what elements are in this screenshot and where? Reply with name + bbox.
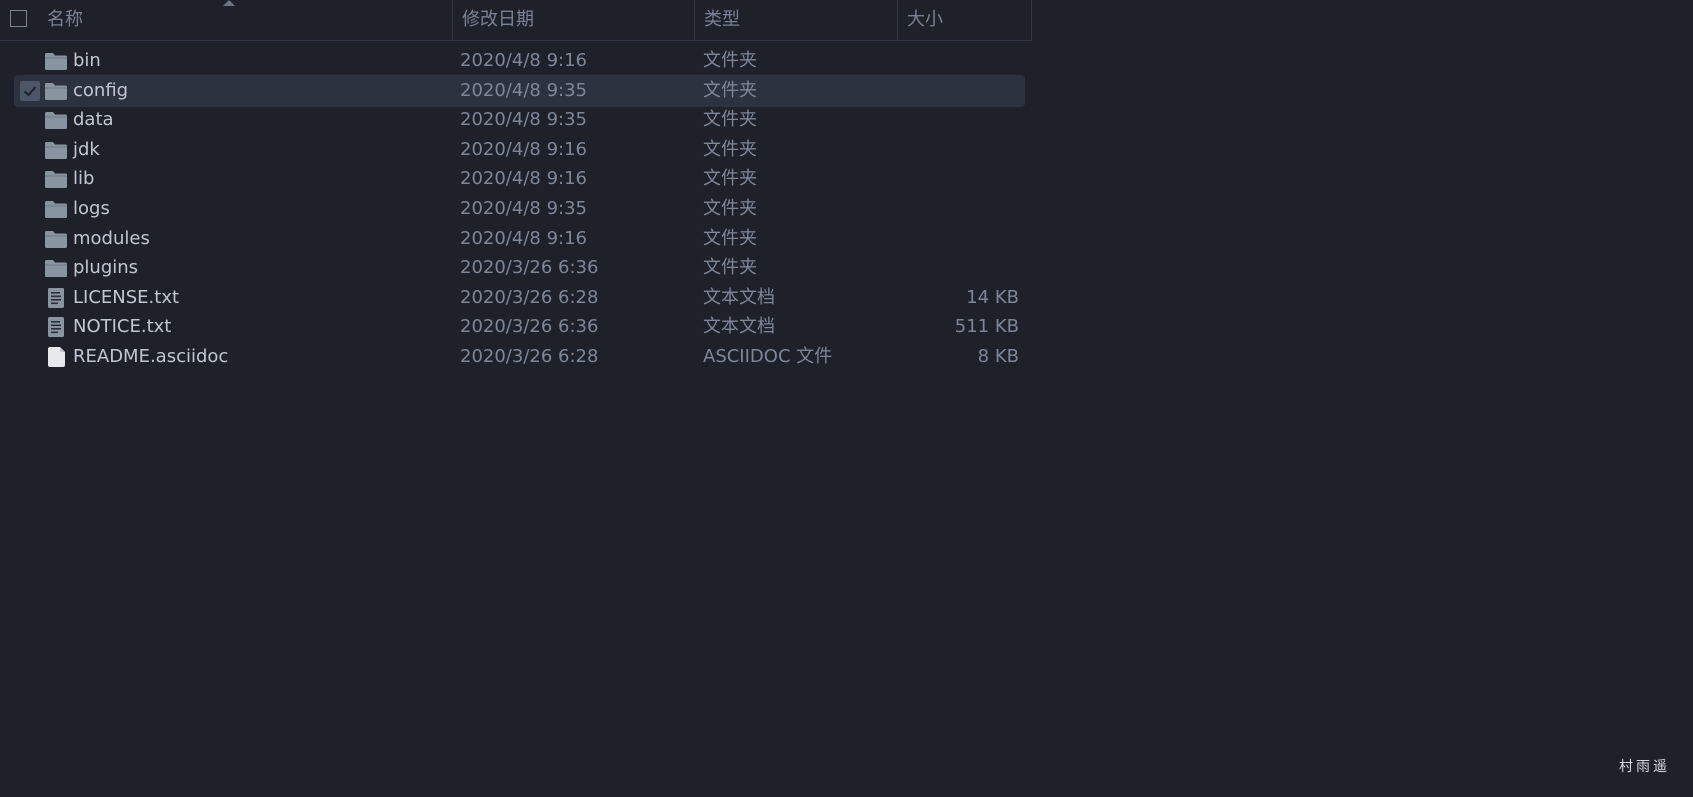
text-file-icon (44, 317, 68, 338)
file-name: jdk (73, 138, 100, 160)
file-date: 2020/4/8 9:16 (460, 50, 587, 71)
file-date: 2020/3/26 6:36 (460, 316, 599, 338)
file-type: 文件夹 (703, 168, 757, 190)
file-type: 文本文档 (703, 316, 775, 338)
file-row[interactable]: plugins 2020/3/26 6:36 文件夹 (14, 252, 1025, 284)
folder-icon (44, 51, 68, 71)
file-type: 文件夹 (703, 138, 757, 160)
file-name: lib (73, 168, 95, 190)
file-date: 2020/3/26 6:28 (460, 286, 599, 308)
file-name: NOTICE.txt (73, 316, 172, 338)
file-size: 14 KB (966, 286, 1019, 308)
file-type: 文件夹 (703, 227, 757, 249)
file-date: 2020/4/8 9:16 (460, 168, 587, 190)
file-name: logs (73, 198, 110, 219)
file-type: 文件夹 (703, 50, 757, 71)
file-name: LICENSE.txt (73, 286, 180, 308)
file-type: 文件夹 (703, 109, 757, 131)
file-row[interactable]: config 2020/4/8 9:35 文件夹 (14, 74, 1025, 107)
file-name: modules (73, 227, 150, 249)
folder-icon (44, 110, 68, 130)
watermark: 村雨遥 (1619, 759, 1670, 775)
file-row[interactable]: README.asciidoc 2020/3/26 6:28 ASCIIDOC 文件… (14, 341, 1025, 373)
select-all-checkbox[interactable] (10, 10, 27, 27)
folder-icon (44, 81, 68, 101)
file-type: 文件夹 (703, 198, 757, 219)
file-date: 2020/4/8 9:35 (460, 79, 587, 101)
file-row[interactable]: jdk 2020/4/8 9:16 文件夹 (14, 134, 1025, 166)
blank-file-icon (44, 347, 68, 367)
folder-icon (44, 140, 68, 160)
file-row[interactable]: data 2020/4/8 9:35 文件夹 (14, 104, 1025, 136)
column-header-name[interactable]: 名称 (38, 0, 452, 40)
file-row[interactable]: NOTICE.txt 2020/3/26 6:36 文本文档 511 KB (14, 311, 1025, 343)
file-date: 2020/4/8 9:35 (460, 198, 587, 219)
file-date: 2020/4/8 9:16 (460, 227, 587, 249)
file-row[interactable]: bin 2020/4/8 9:16 文件夹 (14, 45, 1025, 77)
file-type: 文件夹 (703, 79, 757, 101)
folder-icon (44, 169, 68, 189)
row-checkbox[interactable] (20, 80, 40, 101)
folder-icon (44, 229, 68, 249)
file-date: 2020/3/26 6:36 (460, 257, 599, 279)
file-date: 2020/4/8 9:16 (460, 138, 587, 160)
column-header-size[interactable]: 大小 (897, 0, 1032, 40)
text-file-icon (44, 287, 68, 308)
file-row[interactable]: lib 2020/4/8 9:16 文件夹 (14, 163, 1025, 195)
file-size: 511 KB (954, 316, 1019, 338)
file-row[interactable]: modules 2020/4/8 9:16 文件夹 (14, 223, 1025, 255)
file-type: 文件夹 (703, 257, 757, 279)
file-size: 8 KB (977, 346, 1019, 367)
file-name: config (73, 79, 129, 101)
file-name: plugins (73, 257, 139, 279)
file-date: 2020/3/26 6:28 (460, 346, 599, 367)
file-name: README.asciidoc (73, 346, 229, 367)
folder-icon (44, 199, 68, 219)
file-name: bin (73, 50, 101, 71)
file-row[interactable]: logs 2020/4/8 9:35 文件夹 (14, 193, 1025, 225)
column-header-date[interactable]: 修改日期 (452, 0, 694, 40)
column-header-bar: 名称 修改日期 类型 大小 (0, 0, 1032, 41)
file-date: 2020/4/8 9:35 (460, 109, 587, 131)
file-type: 文本文档 (703, 286, 775, 308)
file-row[interactable]: LICENSE.txt 2020/3/26 6:28 文本文档 14 KB (14, 282, 1025, 314)
column-header-type[interactable]: 类型 (694, 0, 897, 40)
folder-icon (44, 258, 68, 278)
file-explorer-window: 名称 修改日期 类型 大小 bin 2020/4/8 9:16 文件夹 config 2… (0, 0, 1693, 797)
file-type: ASCIIDOC 文件 (703, 346, 833, 367)
file-name: data (73, 109, 114, 131)
